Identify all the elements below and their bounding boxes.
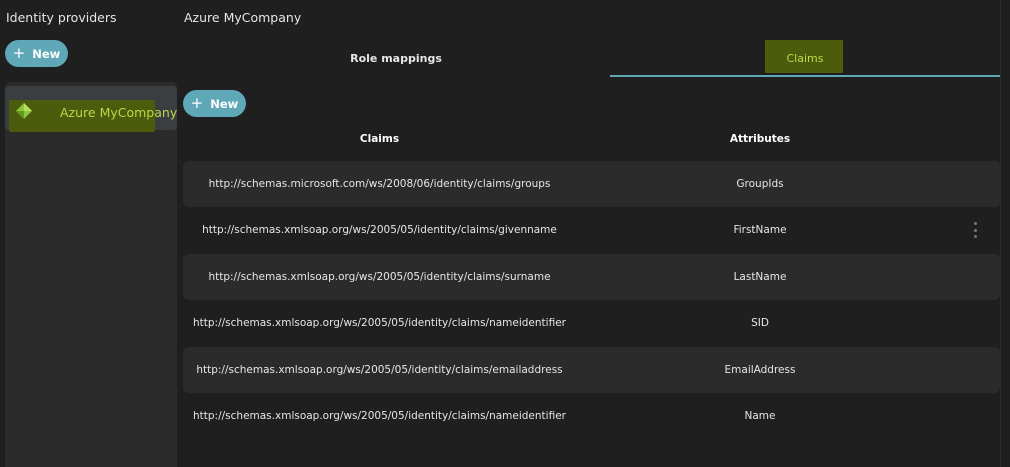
table-row[interactable]: http://schemas.xmlsoap.org/ws/2005/05/id… — [183, 393, 1000, 439]
plus-icon: + — [190, 93, 204, 112]
plus-icon: + — [12, 43, 26, 62]
attribute-cell: Name — [744, 410, 776, 422]
claim-cell: http://schemas.microsoft.com/ws/2008/06/… — [208, 178, 551, 190]
azure-diamond-icon — [16, 103, 32, 119]
vertical-scrollbar[interactable] — [1000, 0, 1010, 467]
new-claim-label: New — [210, 96, 239, 111]
sidebar-title: Identity providers — [6, 10, 117, 25]
active-tab-underline — [610, 75, 1000, 77]
tab-bar: Role mappings Claims — [182, 40, 1000, 77]
attribute-cell: LastName — [733, 271, 787, 283]
page-title: Azure MyCompany — [184, 10, 302, 25]
claim-cell: http://schemas.xmlsoap.org/ws/2005/05/id… — [193, 317, 566, 329]
attribute-cell: FirstName — [733, 224, 787, 236]
table-row[interactable]: http://schemas.xmlsoap.org/ws/2005/05/id… — [183, 347, 1000, 393]
table-row[interactable]: http://schemas.xmlsoap.org/ws/2005/05/id… — [183, 254, 1000, 300]
claim-cell: http://schemas.xmlsoap.org/ws/2005/05/id… — [202, 224, 557, 236]
table-row[interactable]: http://schemas.microsoft.com/ws/2008/06/… — [183, 161, 1000, 207]
new-provider-button[interactable]: + New — [5, 40, 68, 67]
new-claim-button[interactable]: + New — [183, 90, 246, 117]
tab-role-mappings[interactable]: Role mappings — [182, 40, 610, 76]
claim-cell: http://schemas.xmlsoap.org/ws/2005/05/id… — [193, 410, 566, 422]
provider-item-azure-mycompany[interactable]: Azure MyCompany — [5, 86, 178, 132]
claim-cell: http://schemas.xmlsoap.org/ws/2005/05/id… — [196, 364, 563, 376]
attribute-cell: SID — [751, 317, 769, 329]
identity-providers-sidebar: Identity providers + New Azure MyCompany — [0, 0, 178, 467]
attribute-cell: GroupIds — [736, 178, 784, 190]
new-provider-label: New — [32, 46, 61, 61]
more-options-icon[interactable] — [972, 222, 978, 238]
provider-label: Azure MyCompany — [60, 105, 178, 120]
table-row[interactable]: http://schemas.xmlsoap.org/ws/2005/05/id… — [183, 300, 1000, 346]
column-header-attributes: Attributes — [729, 133, 791, 145]
provider-list: Azure MyCompany — [5, 82, 177, 467]
column-header-claims: Claims — [359, 133, 400, 145]
attribute-cell: EmailAddress — [724, 364, 796, 376]
tab-claims[interactable]: Claims — [610, 40, 1000, 76]
claim-cell: http://schemas.xmlsoap.org/ws/2005/05/id… — [208, 271, 551, 283]
table-row[interactable]: http://schemas.xmlsoap.org/ws/2005/05/id… — [183, 207, 1000, 253]
